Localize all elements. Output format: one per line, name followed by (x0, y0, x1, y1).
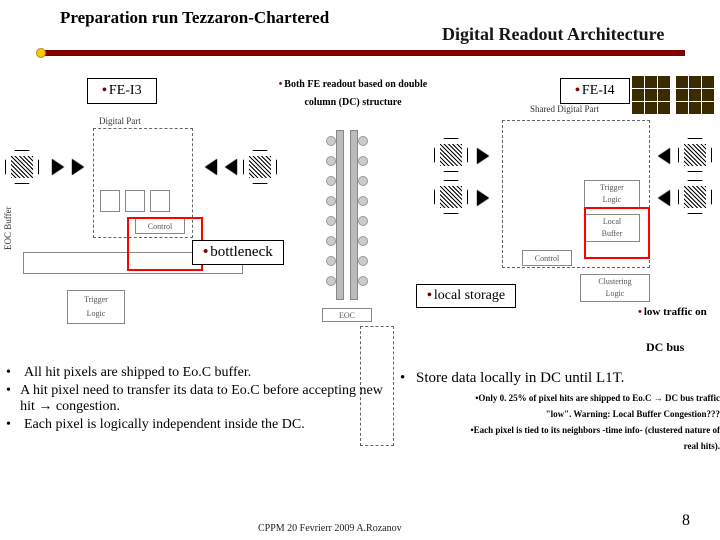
low-traffic-text: low traffic on (644, 306, 707, 318)
footer-text: CPPM 20 Fevrierr 2009 A.Rozanov (258, 523, 402, 534)
bullet-icon: • (102, 83, 107, 98)
fei3-label-box: •FE-I3 (87, 78, 157, 104)
right-bullet-list: •Store data locally in DC until L1T. •On… (400, 370, 720, 457)
digital-part-label: Digital Part (99, 116, 141, 126)
double-column-diagram: EOC (286, 130, 426, 360)
bullet-text: All hit pixels are shipped to Eo.C buffe… (24, 365, 251, 381)
list-item: •Each pixel is tied to its neighbors -ti… (400, 425, 720, 435)
fei3-diagram: Digital Part Control EOC Buffer Trigger … (5, 120, 283, 340)
bullet-text: real hits). (684, 441, 720, 451)
fei4-label: FE-I4 (582, 83, 615, 98)
bottleneck-label: bottleneck (210, 244, 272, 260)
page-number: 8 (682, 512, 690, 530)
list-item: •Each pixel is logically independent ins… (6, 417, 386, 433)
bullet-text: Each pixel is logically independent insi… (24, 417, 305, 433)
shared-digital-label: Shared Digital Part (530, 104, 599, 114)
eoc-buffer-label: EOC Buffer (3, 206, 13, 250)
bullet-icon: • (279, 79, 283, 90)
dc-bus-note: DC bus (646, 340, 684, 355)
left-bullet-list: •All hit pixels are shipped to Eo.C buff… (6, 365, 386, 435)
list-item: •All hit pixels are shipped to Eo.C buff… (6, 365, 386, 381)
list-item: "low". Warning: Local Buffer Congestion?… (400, 409, 720, 419)
list-item: •Only 0. 25% of pixel hits are shipped t… (400, 393, 720, 403)
center-desc-line1: Both FE readout based on double (284, 79, 427, 90)
title-underline (40, 50, 685, 56)
fei3-label: FE-I3 (109, 83, 142, 98)
eoc-block: EOC (322, 308, 372, 322)
list-item: •A hit pixel need to transfer its data t… (6, 383, 386, 415)
bullet-text: Only 0. 25% of pixel hits are shipped to… (478, 393, 720, 403)
title-left: Preparation run Tezzaron-Chartered (60, 8, 329, 28)
clustering-logic-block: Clustering Logic (580, 274, 650, 302)
list-item: •Store data locally in DC until L1T. (400, 370, 720, 387)
bullet-icon: • (203, 244, 208, 260)
fei4-label-box: •FE-I4 (560, 78, 630, 104)
low-traffic-note: •low traffic on (638, 306, 707, 318)
local-storage-label: local storage (434, 288, 505, 303)
bottleneck-label-box: •bottleneck (192, 240, 284, 265)
bullet-text: Each pixel is tied to its neighbors -tim… (474, 425, 720, 435)
list-item: real hits). (400, 441, 720, 451)
center-description: •Both FE readout based on double column … (253, 76, 453, 112)
title-right: Digital Readout Architecture (442, 24, 664, 45)
center-desc-line2: column (DC) structure (253, 94, 453, 112)
bullet-icon: • (575, 83, 580, 98)
fei4-diagram: Shared Digital Part Trigger Logic Local … (430, 102, 720, 312)
local-storage-label-box: •local storage (416, 284, 516, 308)
bullet-text: Store data locally in DC until L1T. (416, 370, 624, 387)
bullet-text: "low". Warning: Local Buffer Congestion?… (546, 409, 720, 419)
title-underline-dot (36, 48, 46, 58)
trigger-logic-block: Trigger Logic (67, 290, 125, 324)
bullet-text: A hit pixel need to transfer its data to… (20, 383, 386, 415)
bullet-icon: • (638, 306, 642, 318)
bullet-icon: • (427, 288, 432, 303)
